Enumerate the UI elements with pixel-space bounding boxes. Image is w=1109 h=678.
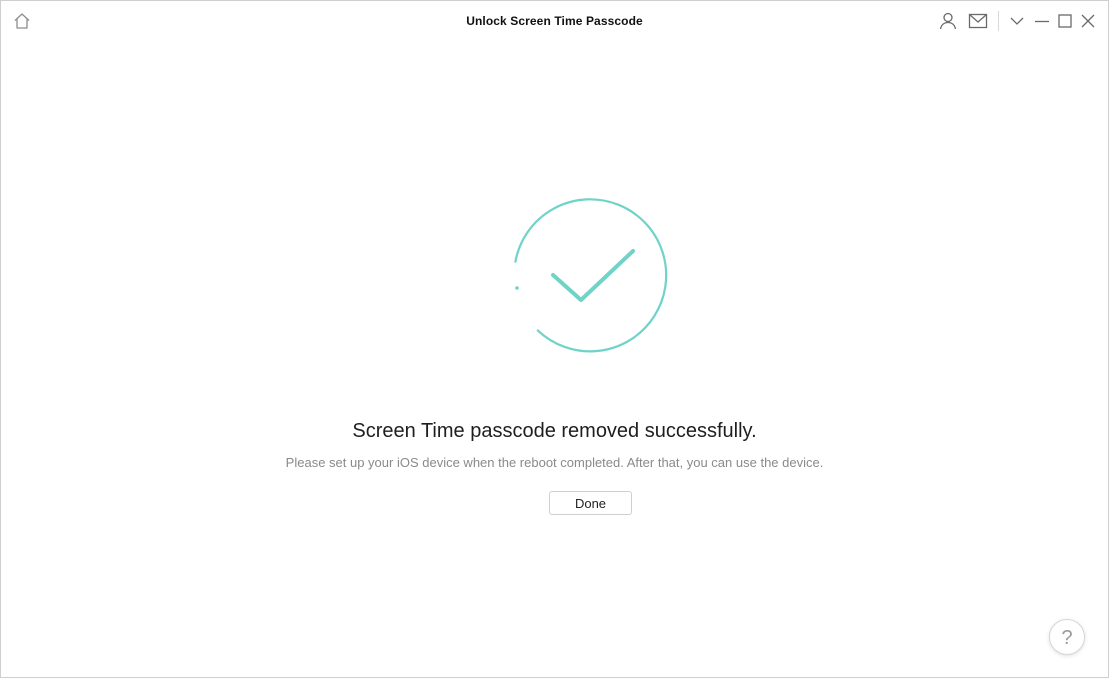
done-button[interactable]: Done	[549, 491, 632, 515]
app-window: Unlock Screen Time Passcode Screen Time …	[0, 0, 1109, 678]
check-circle-icon	[505, 197, 675, 359]
chevron-down-icon[interactable]	[1006, 10, 1028, 32]
help-button[interactable]: ?	[1049, 619, 1085, 655]
title-bar: Unlock Screen Time Passcode	[1, 1, 1108, 42]
titlebar-divider	[998, 11, 999, 31]
success-message: Please set up your iOS device when the r…	[285, 455, 824, 470]
main-content: Screen Time passcode removed successfull…	[1, 42, 1108, 677]
help-icon: ?	[1061, 627, 1073, 649]
account-icon[interactable]	[937, 10, 959, 32]
success-headline: Screen Time passcode removed successfull…	[352, 420, 757, 442]
maximize-icon[interactable]	[1054, 10, 1076, 32]
minimize-icon[interactable]	[1031, 10, 1053, 32]
close-icon[interactable]	[1077, 10, 1099, 32]
mail-icon[interactable]	[967, 10, 989, 32]
